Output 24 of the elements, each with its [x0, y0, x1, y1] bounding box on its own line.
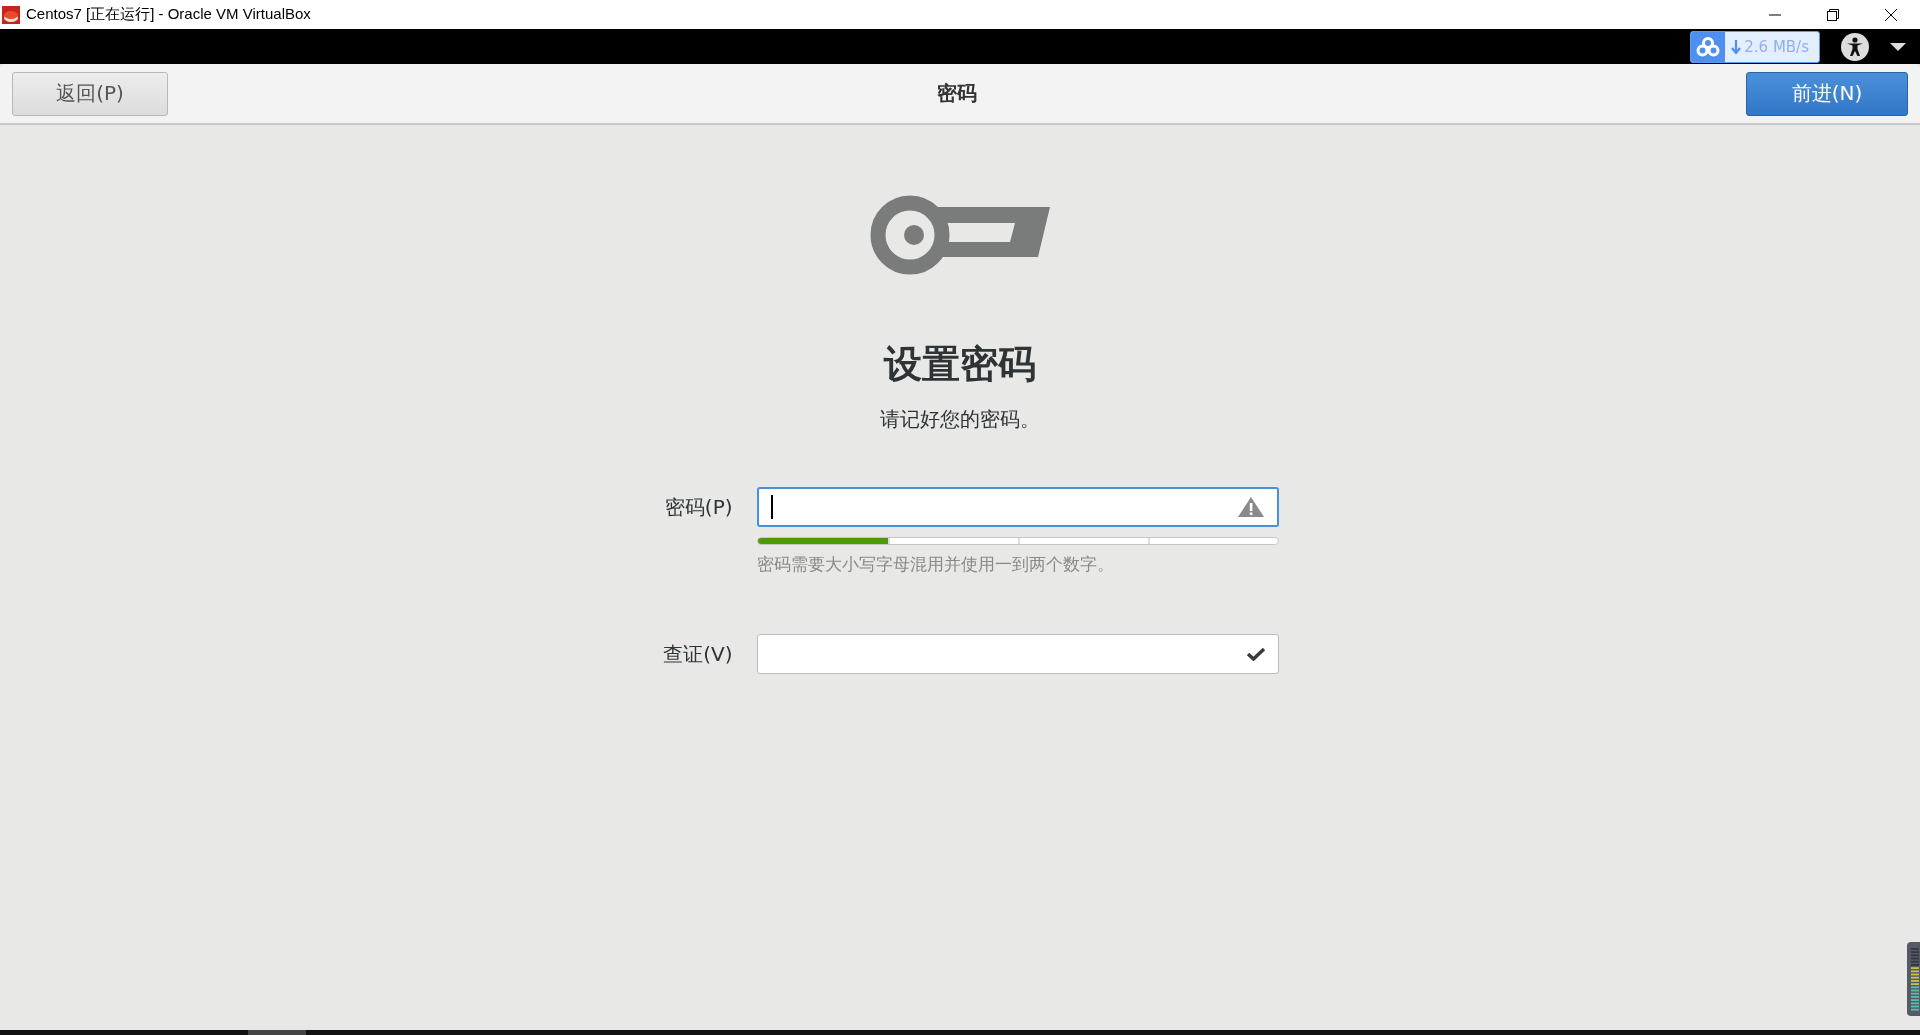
next-button[interactable]: 前进(N) [1746, 71, 1908, 116]
cloud-icon [1696, 36, 1721, 57]
dropdown-caret-icon[interactable] [1890, 42, 1906, 51]
password-hint: 密码需要大小写字母混用并使用一到两个数字。 [756, 553, 1115, 576]
heading: 设置密码 [884, 341, 1036, 388]
back-button[interactable]: 返回(P) [12, 71, 168, 116]
field-label: 查证(V) [662, 640, 733, 668]
window-title: Centos7 [正在运行] - Oracle VM VirtualBox [26, 5, 312, 24]
subtitle: 请记好您的密码。 [880, 406, 1040, 433]
password-field[interactable] [756, 487, 1279, 527]
download-speed: 2.6 MB/s [1744, 37, 1809, 56]
app-icon [2, 5, 20, 24]
download-arrow-icon [1731, 39, 1742, 54]
checkmark-icon [1245, 647, 1266, 661]
page-title: 密码 [937, 80, 977, 107]
field-label: 密码(P) [663, 493, 733, 521]
restore-icon [1827, 8, 1839, 21]
minimize-icon [1769, 13, 1781, 16]
key-icon [870, 195, 1050, 275]
confirm-password-field[interactable] [756, 634, 1279, 674]
accessibility-icon[interactable] [1840, 31, 1870, 62]
close-icon [1885, 8, 1897, 21]
level-meter-icon [1907, 942, 1920, 1016]
warning-icon [1236, 496, 1265, 518]
